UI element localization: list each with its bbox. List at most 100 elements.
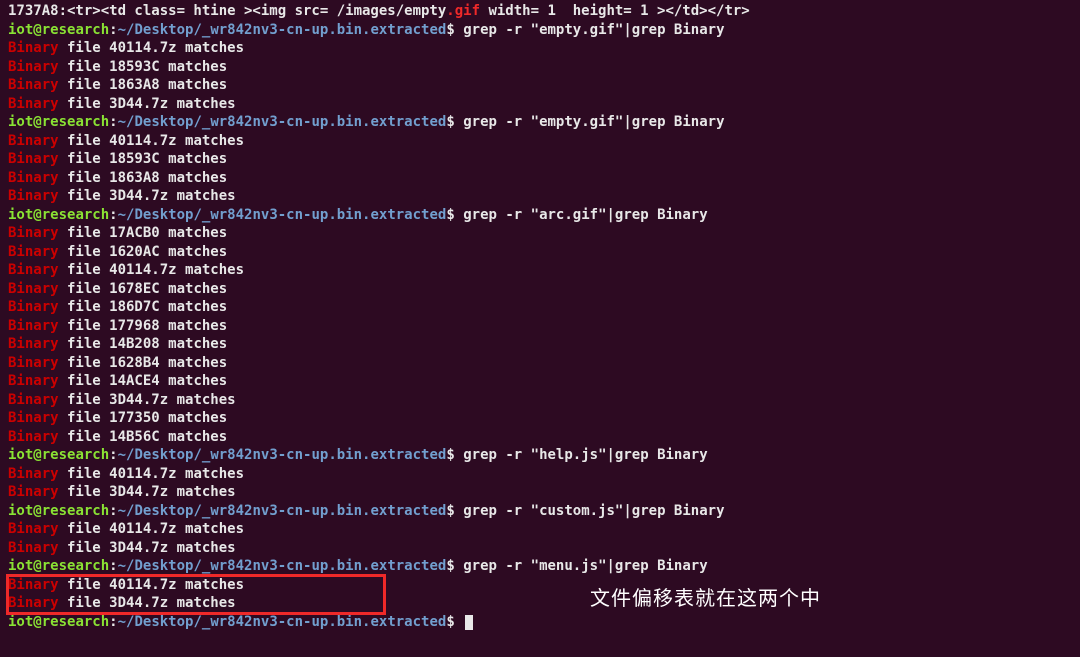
- prompt-colon: :: [109, 114, 117, 130]
- binary-word: Binary: [8, 392, 59, 408]
- prompt-at: @: [33, 614, 41, 630]
- result-line: Binary file 14B56C matches: [8, 428, 1080, 447]
- cursor: [465, 615, 473, 630]
- binary-word: Binary: [8, 577, 59, 593]
- binary-word: Binary: [8, 59, 59, 75]
- result-line: Binary file 1620AC matches: [8, 243, 1080, 262]
- prompt-at: @: [33, 503, 41, 519]
- prompt-host: research: [42, 614, 109, 630]
- prompt-colon: :: [109, 614, 117, 630]
- prompt-colon: :: [109, 447, 117, 463]
- result-text: file 186D7C matches: [59, 299, 228, 315]
- result-line: Binary file 14ACE4 matches: [8, 372, 1080, 391]
- prompt-host: research: [42, 503, 109, 519]
- binary-word: Binary: [8, 96, 59, 112]
- html-dump-prefix: 1737A8:<tr><td class= htine ><img src= /…: [8, 3, 446, 19]
- prompt-user: iot: [8, 114, 33, 130]
- result-line: Binary file 1678EC matches: [8, 280, 1080, 299]
- binary-word: Binary: [8, 225, 59, 241]
- prompt-host: research: [42, 114, 109, 130]
- result-line: Binary file 40114.7z matches: [8, 39, 1080, 58]
- prompt-user: iot: [8, 614, 33, 630]
- binary-word: Binary: [8, 244, 59, 260]
- result-line: Binary file 3D44.7z matches: [8, 95, 1080, 114]
- binary-word: Binary: [8, 77, 59, 93]
- prompt-dollar: $: [446, 558, 454, 574]
- result-text: file 3D44.7z matches: [59, 595, 236, 611]
- result-line: Binary file 18593C matches: [8, 150, 1080, 169]
- result-text: file 3D44.7z matches: [59, 96, 236, 112]
- command-text: grep -r "help.js"|grep Binary: [463, 447, 707, 463]
- binary-word: Binary: [8, 133, 59, 149]
- binary-word: Binary: [8, 466, 59, 482]
- binary-word: Binary: [8, 151, 59, 167]
- result-line: Binary file 17ACB0 matches: [8, 224, 1080, 243]
- prompt-path: ~/Desktop/_wr842nv3-cn-up.bin.extracted: [118, 614, 447, 630]
- prompt-path: ~/Desktop/_wr842nv3-cn-up.bin.extracted: [118, 207, 447, 223]
- terminal-output[interactable]: 1737A8:<tr><td class= htine ><img src= /…: [0, 0, 1080, 631]
- prompt-user: iot: [8, 207, 33, 223]
- prompt-colon: :: [109, 503, 117, 519]
- result-line: Binary file 40114.7z matches: [8, 261, 1080, 280]
- prompt-line: iot@research:~/Desktop/_wr842nv3-cn-up.b…: [8, 446, 1080, 465]
- prompt-at: @: [33, 114, 41, 130]
- prompt-path: ~/Desktop/_wr842nv3-cn-up.bin.extracted: [118, 114, 447, 130]
- result-text: file 40114.7z matches: [59, 466, 244, 482]
- prompt-dollar: $: [446, 114, 454, 130]
- prompt-colon: :: [109, 207, 117, 223]
- result-text: file 14B56C matches: [59, 429, 228, 445]
- html-dump-line: 1737A8:<tr><td class= htine ><img src= /…: [8, 2, 1080, 21]
- binary-word: Binary: [8, 355, 59, 371]
- result-text: file 40114.7z matches: [59, 262, 244, 278]
- result-text: file 1628B4 matches: [59, 355, 228, 371]
- result-text: file 18593C matches: [59, 59, 228, 75]
- result-text: file 177350 matches: [59, 410, 228, 426]
- result-text: file 40114.7z matches: [59, 133, 244, 149]
- result-line: Binary file 3D44.7z matches: [8, 594, 1080, 613]
- result-text: file 1863A8 matches: [59, 77, 228, 93]
- prompt-line: iot@research:~/Desktop/_wr842nv3-cn-up.b…: [8, 557, 1080, 576]
- result-text: file 3D44.7z matches: [59, 392, 236, 408]
- prompt-path: ~/Desktop/_wr842nv3-cn-up.bin.extracted: [118, 503, 447, 519]
- result-text: file 1620AC matches: [59, 244, 228, 260]
- prompt-path: ~/Desktop/_wr842nv3-cn-up.bin.extracted: [118, 22, 447, 38]
- result-line: Binary file 1863A8 matches: [8, 169, 1080, 188]
- prompt-line: iot@research:~/Desktop/_wr842nv3-cn-up.b…: [8, 613, 1080, 632]
- binary-word: Binary: [8, 262, 59, 278]
- prompt-dollar: $: [446, 503, 454, 519]
- result-text: file 177968 matches: [59, 318, 228, 334]
- prompt-path: ~/Desktop/_wr842nv3-cn-up.bin.extracted: [118, 447, 447, 463]
- html-dump-highlight: .gif: [446, 3, 480, 19]
- binary-word: Binary: [8, 410, 59, 426]
- prompt-line: iot@research:~/Desktop/_wr842nv3-cn-up.b…: [8, 502, 1080, 521]
- prompt-host: research: [42, 558, 109, 574]
- binary-word: Binary: [8, 170, 59, 186]
- prompt-colon: :: [109, 558, 117, 574]
- command-text: grep -r "custom.js"|grep Binary: [463, 503, 724, 519]
- result-line: Binary file 40114.7z matches: [8, 465, 1080, 484]
- result-text: file 3D44.7z matches: [59, 484, 236, 500]
- result-line: Binary file 1863A8 matches: [8, 76, 1080, 95]
- binary-word: Binary: [8, 318, 59, 334]
- result-line: Binary file 1628B4 matches: [8, 354, 1080, 373]
- prompt-dollar: $: [446, 614, 454, 630]
- prompt-line: iot@research:~/Desktop/_wr842nv3-cn-up.b…: [8, 206, 1080, 225]
- binary-word: Binary: [8, 595, 59, 611]
- prompt-path: ~/Desktop/_wr842nv3-cn-up.bin.extracted: [118, 558, 447, 574]
- result-line: Binary file 177968 matches: [8, 317, 1080, 336]
- prompt-at: @: [33, 207, 41, 223]
- prompt-user: iot: [8, 558, 33, 574]
- result-line: Binary file 18593C matches: [8, 58, 1080, 77]
- result-line: Binary file 14B208 matches: [8, 335, 1080, 354]
- result-text: file 18593C matches: [59, 151, 228, 167]
- result-line: Binary file 40114.7z matches: [8, 576, 1080, 595]
- binary-word: Binary: [8, 40, 59, 56]
- result-text: file 3D44.7z matches: [59, 540, 236, 556]
- prompt-at: @: [33, 558, 41, 574]
- prompt-user: iot: [8, 22, 33, 38]
- command-text: grep -r "empty.gif"|grep Binary: [463, 114, 724, 130]
- prompt-at: @: [33, 447, 41, 463]
- prompt-host: research: [42, 22, 109, 38]
- result-text: file 17ACB0 matches: [59, 225, 228, 241]
- result-text: file 1678EC matches: [59, 281, 228, 297]
